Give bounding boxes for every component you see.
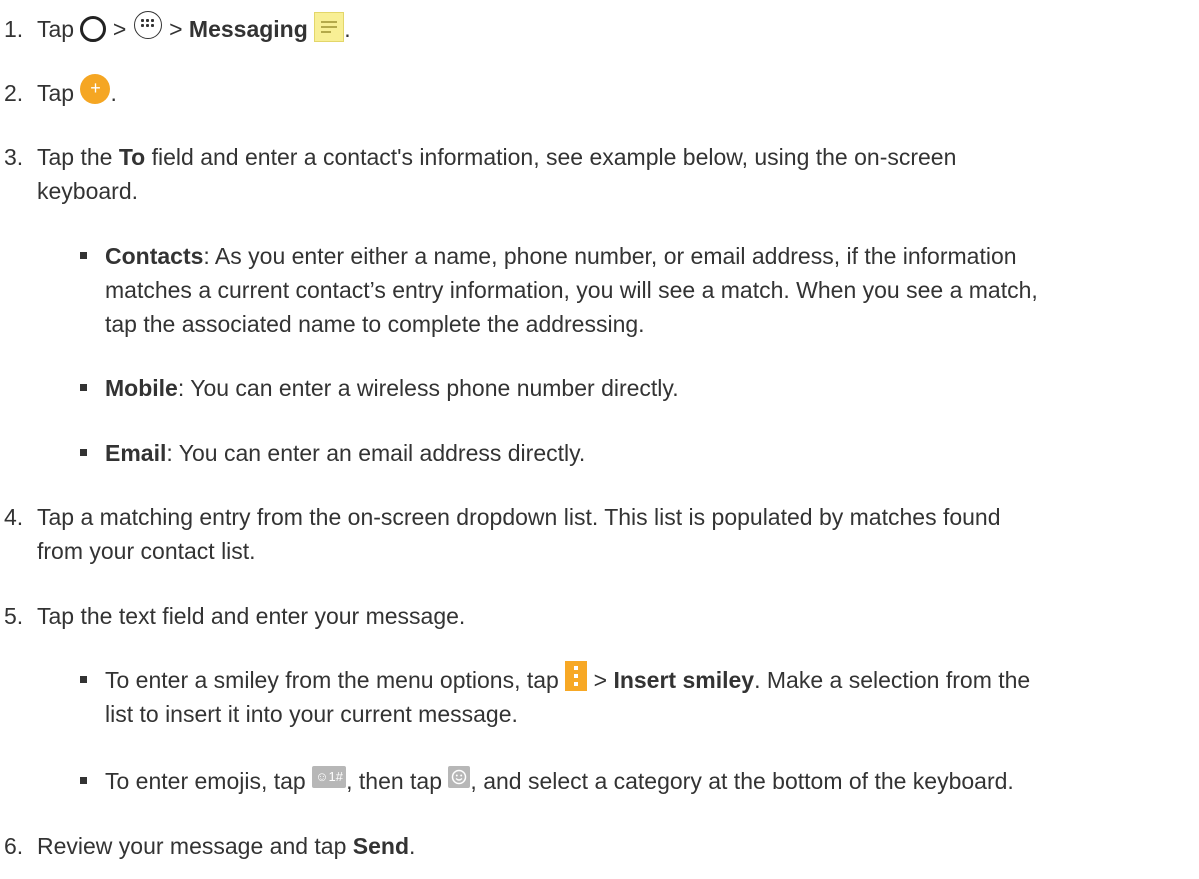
step-number: 2. bbox=[4, 80, 24, 106]
home-circle-icon bbox=[80, 15, 107, 42]
bullet-marker bbox=[80, 384, 87, 391]
step-6: 6. Review your message and tap Send. bbox=[0, 829, 1190, 863]
bullet-term: Mobile bbox=[105, 375, 178, 401]
bullet-term: Contacts bbox=[105, 243, 204, 269]
apps-grid-icon bbox=[133, 10, 162, 39]
bullet-email: Email: You can enter an email address di… bbox=[80, 436, 1199, 470]
step-2: 2. Tap +. bbox=[0, 73, 1190, 110]
smiley-key-icon bbox=[448, 765, 471, 788]
step-number: 6. bbox=[4, 833, 24, 859]
menu-dots-icon bbox=[565, 660, 588, 691]
compose-plus-icon: + bbox=[80, 73, 111, 104]
separator: > bbox=[169, 16, 183, 42]
step-text: Tap bbox=[37, 80, 75, 106]
step-1: 1. Tap > > Messaging . bbox=[0, 10, 1190, 46]
bullet-emojis: To enter emojis, tap ☺1#, then tap , and… bbox=[80, 764, 1199, 798]
bullet-insert-smiley: To enter a smiley from the menu options,… bbox=[80, 660, 1199, 731]
separator: > bbox=[112, 16, 127, 42]
step-number: 4. bbox=[4, 504, 24, 530]
bullet-contacts: Contacts: As you enter either a name, ph… bbox=[80, 239, 1199, 341]
step-number: 1. bbox=[4, 16, 24, 42]
insert-smiley-label: Insert smiley bbox=[613, 667, 755, 693]
step-number: 5. bbox=[4, 603, 24, 629]
step-5: 5. Tap the text field and enter your mes… bbox=[0, 599, 1190, 633]
bullet-term: Email bbox=[105, 440, 167, 466]
messaging-label: Messaging bbox=[188, 16, 308, 42]
step-4: 4. Tap a matching entry from the on-scre… bbox=[0, 500, 1190, 568]
step-3: 3. Tap the To field and enter a contact'… bbox=[0, 140, 1190, 208]
bullet-marker bbox=[80, 252, 87, 259]
separator: > bbox=[593, 667, 608, 693]
to-field-label: To bbox=[118, 144, 146, 170]
send-label: Send bbox=[352, 833, 410, 859]
bullet-marker bbox=[80, 449, 87, 456]
bullet-mobile: Mobile: You can enter a wireless phone n… bbox=[80, 371, 1199, 405]
bullet-marker bbox=[80, 676, 87, 683]
step-text: Tap bbox=[37, 16, 75, 42]
messaging-icon bbox=[314, 11, 345, 42]
step-number: 3. bbox=[4, 144, 24, 170]
symbols-key-icon: ☺1# bbox=[312, 765, 347, 788]
bullet-marker bbox=[80, 777, 87, 784]
instructions-page: 1. Tap > > Messaging . 2. Tap +. 3. Tap … bbox=[0, 0, 1199, 879]
